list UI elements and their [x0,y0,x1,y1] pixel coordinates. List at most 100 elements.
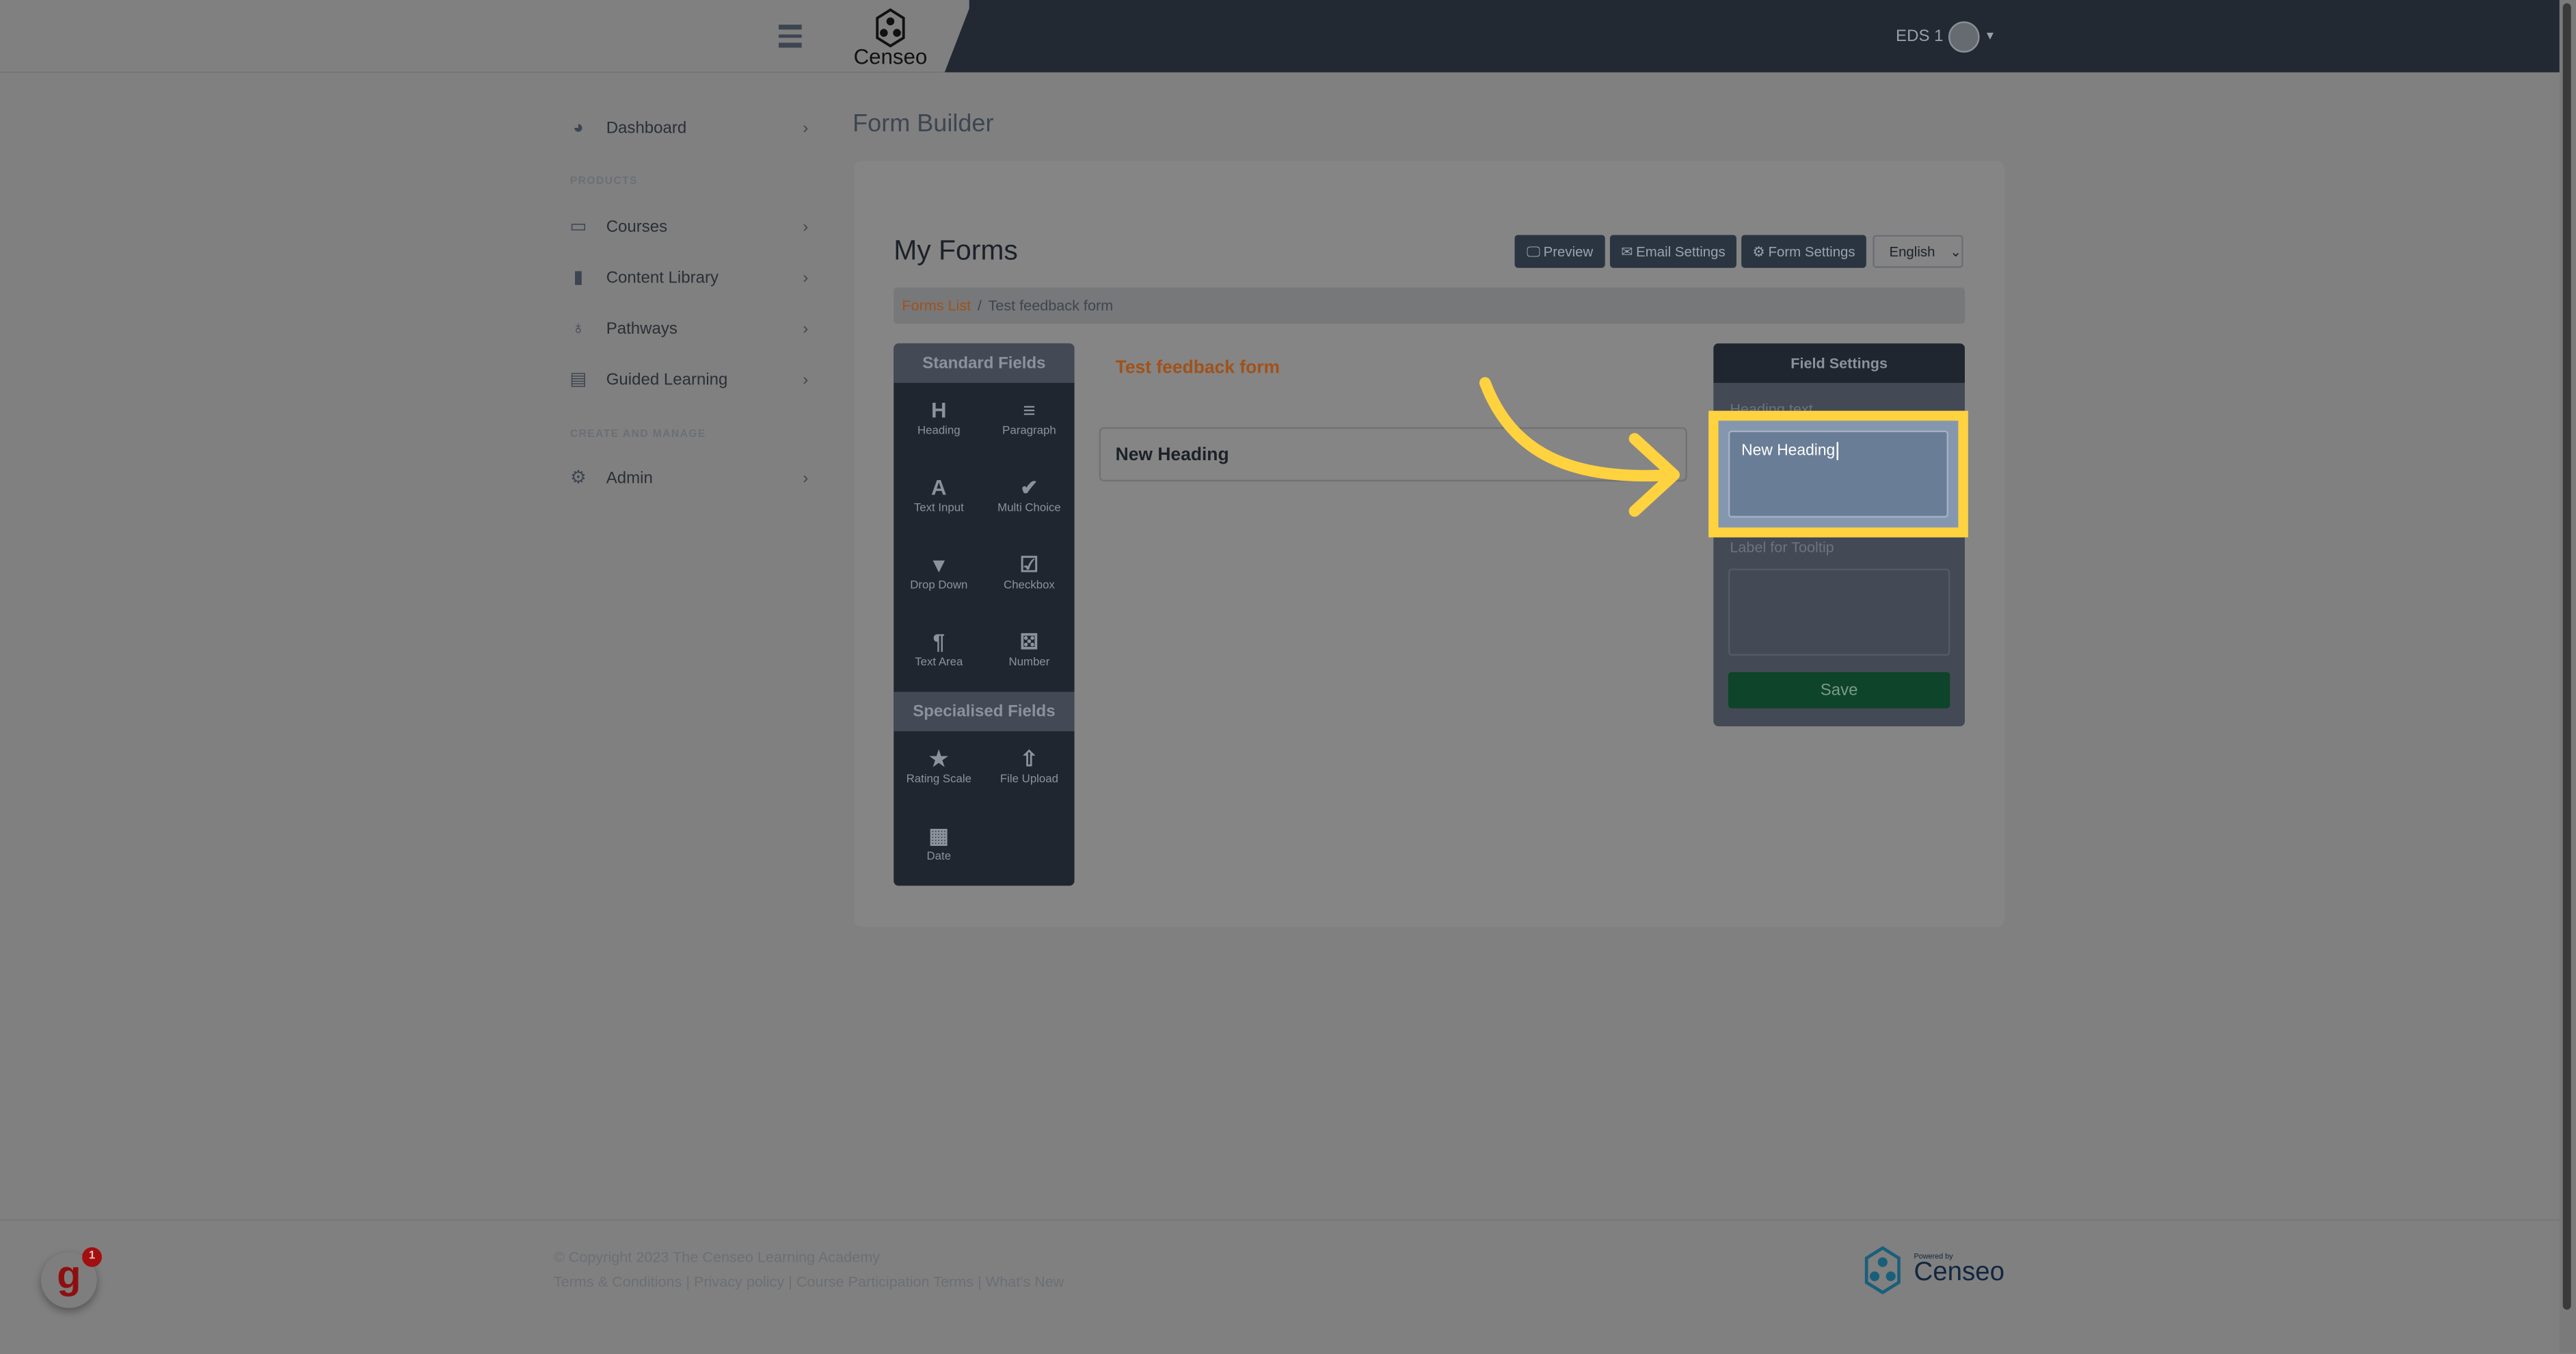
highlight-box: New Heading [1708,410,1968,537]
drop-down-icon: ▾ [933,552,945,577]
field-type-text-area[interactable]: ¶ Text Area [894,629,984,669]
sidebar-item-label: Guided Learning [606,370,728,389]
field-type-file-upload[interactable]: ⇧ File Upload [984,746,1074,786]
user-name: EDS 1 [1896,27,1944,47]
email-settings-button[interactable]: ✉ Email Settings [1609,235,1736,268]
privacy-link[interactable]: Privacy policy [694,1273,784,1290]
user-menu[interactable]: EDS 1 ▼ [1896,21,1996,53]
field-type-paragraph[interactable]: ≡ Paragraph [984,398,1074,438]
sidebar-item-dashboard[interactable]: ◕ Dashboard › [568,111,808,144]
heading-field-text: New Heading [1115,444,1229,464]
tooltip-label: Label for Tooltip [1730,539,1834,556]
chevron-right-icon: › [803,319,809,338]
sidebar-item-label: Dashboard [606,119,687,137]
chevron-right-icon: › [803,268,809,287]
heading-icon: H [931,397,947,423]
multi-choice-icon: ✔ [1020,475,1038,500]
hamburger-menu-icon[interactable] [779,25,802,52]
heading-text-input[interactable]: New Heading [1728,430,1948,518]
language-select[interactable]: English ⌄ [1873,235,1963,268]
field-type-checkbox[interactable]: ☑ Checkbox [984,552,1074,592]
navbar-brand-area [0,0,969,72]
award-icon: ♁ [571,317,585,338]
field-type-heading[interactable]: H Heading [894,398,984,438]
field-type-label: Text Input [913,503,964,515]
sidebar-item-admin[interactable]: ⚙ Admin › [568,462,808,494]
footer-brand: Censeo [1914,1258,2005,1287]
field-type-text-input[interactable]: A Text Input [894,475,984,514]
field-type-label: Text Area [915,657,963,669]
text-area-icon: ¶ [933,629,945,654]
breadcrumb: Forms List / Test feedback form [894,287,1965,324]
whats-new-link[interactable]: What's New [986,1273,1064,1290]
sidebar-item-label: Admin [606,469,653,488]
field-type-label: Date [926,851,952,863]
paragraph-icon: ≡ [1023,397,1036,423]
save-button[interactable]: Save [1728,672,1950,708]
field-type-label: Multi Choice [997,503,1061,515]
terms-link[interactable]: Terms & Conditions [554,1273,682,1290]
form-name: Test feedback form [1115,358,1280,378]
field-type-label: File Upload [999,773,1059,786]
sidebar-item-guided-learning[interactable]: ▤ Guided Learning › [568,363,808,396]
brand-name: Censeo [853,44,928,69]
chevron-right-icon: › [803,370,809,389]
text-input-icon: A [931,475,947,500]
dashboard-icon: ◕ [572,117,584,137]
standard-fields-header: Standard Fields [894,343,1075,383]
field-type-drop-down[interactable]: ▾ Drop Down [894,552,984,592]
button-label: Email Settings [1636,243,1726,260]
footer [0,1219,2560,1354]
page-title: Form Builder [853,110,994,138]
breadcrumb-current: Test feedback form [988,297,1114,314]
field-palette: Standard Fields H Heading ≡ Paragraph A Text … [894,343,1075,886]
preview-button[interactable]: 🖵 Preview [1514,235,1605,268]
checkbox-icon: ☑ [1019,552,1039,577]
scrollbar[interactable] [2559,0,2576,1353]
monitor-icon: 🖵 [1527,242,1540,259]
sidebar-item-pathways[interactable]: ♁ Pathways › [568,313,808,345]
sidebar-section-products: PRODUCTS [569,176,639,187]
field-type-number[interactable]: ⚄ Number [984,629,1074,669]
field-type-label: Number [1008,657,1050,669]
copyright-text: © Copyright 2023 The Censeo Learning Aca… [553,1249,881,1266]
form-settings-button[interactable]: ⚙ Form Settings [1741,235,1866,268]
field-type-label: Drop Down [910,580,968,592]
notification-badge: 1 [82,1247,102,1267]
help-widget-button[interactable]: g1 [41,1247,102,1308]
gear-icon: ⚙ [569,467,587,488]
powered-by-logo: Powered by Censeo [1856,1244,2004,1297]
scrollbar-thumb[interactable] [2562,3,2571,1310]
rating-scale-icon: ★ [929,745,949,771]
field-type-multi-choice[interactable]: ✔ Multi Choice [984,475,1074,514]
specialised-fields-header: Specialised Fields [894,691,1075,732]
field-type-label: Heading [917,425,961,438]
book-icon: ▮ [573,267,584,287]
field-type-label: Paragraph [1002,425,1056,438]
sidebar-item-label: Pathways [606,319,677,338]
file-upload-icon: ⇧ [1020,745,1038,771]
participation-terms-link[interactable]: Course Participation Terms [796,1273,974,1290]
sidebar-item-courses[interactable]: ▭ Courses › [568,211,808,243]
field-type-date[interactable]: ▦ Date [894,823,984,863]
sidebar-section-create-manage: CREATE AND MANAGE [569,429,706,441]
tooltip-textarea[interactable] [1728,568,1950,656]
field-type-rating-scale[interactable]: ★ Rating Scale [894,746,984,786]
courses-icon: ▭ [569,215,587,236]
censeo-logo-icon [876,8,905,48]
sidebar-item-label: Content Library [606,268,719,287]
chevron-right-icon: › [803,119,809,137]
chevron-right-icon: › [803,217,809,236]
censeo-logo[interactable]: Censeo [849,7,931,69]
field-type-label: Checkbox [1004,580,1055,592]
app: Censeo EDS 1 ▼ ◕ Dashboard › PRODUCTS ▭ Cou… [0,0,2576,1354]
sidebar-item-content-library[interactable]: ▮ Content Library › [568,261,809,294]
section-heading: My Forms [894,235,1018,267]
arrow-annotation-icon [1479,377,1680,517]
field-settings-header: Field Settings [1713,343,1965,383]
button-label: Form Settings [1768,243,1855,260]
footer-links: Terms & Conditions | Privacy policy | Co… [553,1273,1064,1290]
breadcrumb-forms-list-link[interactable]: Forms List [902,297,971,314]
text-cursor [1836,442,1839,460]
date-icon: ▦ [928,823,950,848]
